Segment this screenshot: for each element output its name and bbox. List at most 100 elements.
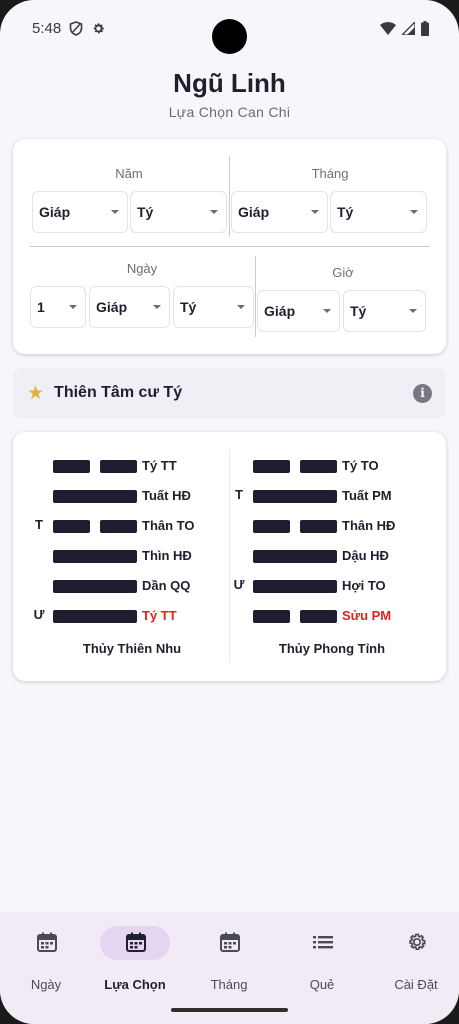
chevron-down-icon [410,210,418,214]
yin-line-segment [253,460,290,473]
chevron-down-icon [111,210,119,214]
line-label: Tý TT [142,458,177,473]
hexagram-line: Ư Tý TT [32,606,232,626]
nav-label: Quẻ [309,977,335,992]
page-title: Ngũ Linh [173,68,286,98]
line-label: Hợi TO [342,578,386,593]
yang-line-bar [253,580,337,593]
yang-line-bar [53,610,137,623]
calendar-icon [36,931,58,953]
month-can-dropdown[interactable]: Giáp [231,191,328,233]
hour-label: Giờ [332,265,354,280]
yin-line-segment [53,460,90,473]
home-indicator [171,1008,288,1012]
day-number-value: 1 [37,299,45,315]
status-left: 5:48 [32,20,106,37]
hexagram-line: Tý TO [232,456,432,476]
hexagram-card: Tý TT Tuất HĐ T Thân TO Thìn HĐ Dần QQ Ư Tý TT T… [13,432,446,681]
settings-status-icon [94,22,105,33]
divider [229,450,230,662]
yang-line-bar [53,580,137,593]
yin-line-segment [253,610,290,623]
status-right [380,20,429,36]
nav-tab-thang[interactable]: Tháng [183,926,275,996]
hexagram-line: T Tuất PM [232,486,432,506]
line-label: Sửu PM [342,608,392,623]
star-result-text: Thiên Tâm cư Tý [54,384,183,401]
gear-icon [406,931,428,953]
line-label: Thân TO [142,518,195,533]
nav-tab-que[interactable]: Quẻ [276,926,368,996]
year-chi-value: Tý [137,204,154,220]
line-marker: Ư [33,607,45,622]
chevron-down-icon [311,210,319,214]
wifi-icon [380,21,396,35]
star-icon: ★ [27,382,45,404]
nav-tab-lua-chon[interactable]: Lựa Chọn [89,926,181,996]
line-label: Tý TT [142,608,177,623]
hexagram-line: Sửu PM [232,606,432,626]
hour-can-dropdown[interactable]: Giáp [257,290,340,332]
day-can-value: Giáp [96,299,128,315]
month-label: Tháng [311,166,349,181]
line-label: Dậu HĐ [342,548,389,563]
line-marker: Ư [233,577,245,592]
year-chi-dropdown[interactable]: Tý [130,191,227,233]
day-number-dropdown[interactable]: 1 [30,286,86,328]
line-marker: T [235,487,243,502]
status-time: 5:48 [32,19,62,37]
day-chi-dropdown[interactable]: Tý [173,286,254,328]
calendar-icon [125,931,147,953]
signal-icon [402,21,415,35]
chevron-down-icon [237,305,245,309]
nav-label: Lựa Chọn [104,977,166,992]
hexagram-line: Dần QQ [32,576,232,596]
chevron-down-icon [153,305,161,309]
nav-tab-ngay[interactable]: Ngày [0,926,92,996]
app-screen: 5:48 Ngũ Linh Lựa Chọn Can Chi Năm Giáp … [0,0,459,1024]
list-icon [312,931,334,953]
hexagram-line: Tuất HĐ [32,486,232,506]
camera-cutout [212,19,247,54]
yin-line-segment [100,520,137,533]
yin-line-segment [100,460,137,473]
year-can-value: Giáp [39,204,71,220]
hexagram-line: Ư Hợi TO [232,576,432,596]
year-label: Năm [115,166,143,181]
chevron-down-icon [323,309,331,313]
nav-tab-cai-dat[interactable]: Cài Đặt [370,926,459,996]
divider [30,246,430,247]
yang-line-bar [253,550,337,563]
year-can-dropdown[interactable]: Giáp [32,191,128,233]
can-chi-picker-card: Năm Giáp Tý Tháng Giáp Tý Ngày 1 Giáp Tý… [13,139,446,354]
hexagram-name: Thủy Thiên Nhu [82,641,182,656]
chevron-down-icon [69,305,77,309]
day-can-dropdown[interactable]: Giáp [89,286,170,328]
hexagram-line: T Thân TO [32,516,232,536]
line-marker: T [35,517,43,532]
line-label: Thân HĐ [342,518,396,533]
hexagram-line: Thân HĐ [232,516,432,536]
line-label: Tuất HĐ [142,488,191,503]
yin-line-segment [300,610,337,623]
hour-can-value: Giáp [264,303,296,319]
month-can-value: Giáp [238,204,270,220]
hexagram-line: Dậu HĐ [232,546,432,566]
info-icon[interactable]: i [413,383,432,403]
month-chi-value: Tý [337,204,354,220]
day-chi-value: Tý [180,299,197,315]
yang-line-bar [253,490,337,503]
yang-line-bar [53,490,137,503]
line-label: Tý TO [342,458,379,473]
hexagram-line: Tý TT [32,456,232,476]
yin-line-segment [53,520,90,533]
line-label: Tuất PM [342,488,392,503]
chevron-down-icon [210,210,218,214]
month-chi-dropdown[interactable]: Tý [330,191,427,233]
nav-label: Cài Đặt [394,977,438,992]
star-result-bar[interactable]: ★ Thiên Tâm cư Tý i [13,368,446,418]
hexagram-line: Thìn HĐ [32,546,232,566]
hour-chi-dropdown[interactable]: Tý [343,290,426,332]
yin-line-segment [300,460,337,473]
hexagram-changed: Tý TO T Tuất PM Thân HĐ Dậu HĐ Ư Hợi TO Sửu PM T… [232,432,432,681]
